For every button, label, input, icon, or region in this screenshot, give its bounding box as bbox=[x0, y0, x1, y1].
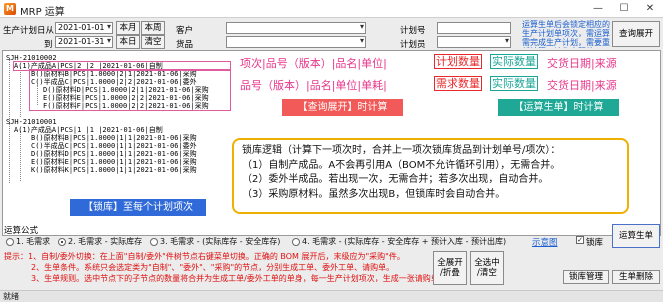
tree-node-plan[interactable]: SJH-21010001 bbox=[6, 118, 57, 126]
annotation-component-columns: 品号（版本）|品名|单位|单耗| bbox=[240, 79, 387, 92]
minimize-button[interactable]: — bbox=[585, 0, 611, 18]
annotation-actual-qty-2: 实际数量 bbox=[490, 76, 538, 91]
expand-collapse-button[interactable]: 全展开 /折叠 bbox=[433, 251, 467, 285]
filter-area: 生产计划日从 2021-01-01 到 2021-01-31 本月 本周 本日 … bbox=[0, 18, 663, 50]
callout-line: （1）自制产成品。A不会再引用A（BOM不允许循环引用），无需合并。 bbox=[242, 159, 561, 171]
plan-date-to-input[interactable]: 2021-01-31 bbox=[55, 36, 113, 48]
select-clear-button[interactable]: 全选中 /清空 bbox=[470, 251, 504, 285]
query-expand-tag: 【查询展开】时计算 bbox=[282, 99, 403, 116]
tree-node-item[interactable]: E()原材料E|PCS|1.0000|1|1|2021-01-06|采购 bbox=[31, 158, 197, 166]
formula-option-2[interactable]: 2. 毛需求 - 实际库存 bbox=[58, 236, 142, 247]
this-month-button[interactable]: 本月 bbox=[116, 21, 140, 35]
annotation-demand-qty: 需求数量 bbox=[434, 76, 482, 91]
tree-node-item[interactable]: D()原材料D|PCS|1.0000|1|1|2021-01-06|采购 bbox=[31, 150, 197, 158]
goods-label: 货品 bbox=[176, 40, 194, 50]
bottom-panel: 运算公式 1. 毛需求 2. 毛需求 - 实际库存 3. 毛需求 - (实际库存… bbox=[0, 224, 663, 290]
radio-icon bbox=[6, 237, 14, 246]
lock-checkbox[interactable]: ✓ bbox=[576, 236, 584, 244]
annotation-component-columns-right: 交货日期|来源 bbox=[547, 79, 617, 92]
callout-line: （3）采购原材料。虽然多次出现B，但锁库时会自动合并。 bbox=[242, 188, 506, 200]
algorithm-label: 运算公式 bbox=[4, 226, 39, 236]
callout-line: 锁库逻辑（计算下一项次时，合并上一项次锁库货品到计划单号/项次）： bbox=[242, 145, 561, 156]
annotation-actual-qty: 实际数量 bbox=[490, 54, 538, 69]
example-link[interactable]: 示意图 bbox=[532, 236, 558, 248]
today-button[interactable]: 本日 bbox=[116, 35, 140, 49]
clear-date-button[interactable]: 清空 bbox=[141, 35, 165, 49]
radio-icon bbox=[150, 237, 158, 246]
customer-label: 客户 bbox=[176, 26, 194, 36]
annotation-plan-qty: 计划数量 bbox=[434, 54, 482, 69]
radio-selected-icon bbox=[58, 237, 66, 246]
title-bar: M MRP 运算 — ☐ ✕ bbox=[0, 0, 663, 18]
run-generate-button[interactable]: 运算生单 bbox=[612, 224, 660, 248]
annotation-item-columns-right: 交货日期|来源 bbox=[547, 57, 617, 70]
query-expand-button[interactable]: 查询展开 bbox=[612, 21, 660, 47]
plan-date-from-label: 生产计划日从 bbox=[3, 26, 55, 36]
lock-note: 运算生单后会锁定相应的生产计划单项次，需运算需完成生产计划，需要重新计算，请先去… bbox=[522, 20, 610, 48]
hint-line-2: 2、生单条件。系统只会选定类为"自制"、"委外"、"采购"的节点，分别生成工单、… bbox=[31, 263, 395, 272]
tree-node-item[interactable]: C()半成品C|PCS|1.0000|1|1|2021-01-06|委外 bbox=[31, 142, 197, 150]
lock-label: 锁库 bbox=[586, 238, 604, 248]
plan-clerk-select[interactable] bbox=[437, 36, 511, 48]
formula-option-4[interactable]: 4. 毛需求 - (实际库存 - 安全库存 + 预计入库 - 预计出库) bbox=[292, 236, 506, 247]
tree-node-item[interactable]: K()原材料K|PCS|1.0000|1|1|2021-01-06|采购 bbox=[31, 166, 197, 174]
tree-node-item[interactable]: A(1)产成品A|PCS|1 |1 |2021-01-06|自制 bbox=[14, 126, 163, 134]
plan-no-label: 计划号 bbox=[400, 26, 426, 36]
plan-date-from-input[interactable]: 2021-01-01 bbox=[55, 22, 113, 34]
app-icon: M bbox=[4, 3, 16, 15]
callout-line: （2）委外半成品。若出现一次，无需合并；若多次出现，自动合并。 bbox=[242, 174, 549, 185]
run-tag: 【运算生单】时计算 bbox=[498, 99, 619, 116]
plan-clerk-label: 计划员 bbox=[400, 40, 426, 50]
lock-logic-callout: 锁库逻辑（计算下一项次时，合并上一项次锁库货品到计划单号/项次）： （1）自制产… bbox=[232, 138, 629, 214]
formula-option-3[interactable]: 3. 毛需求 - (实际库存 - 安全库存) bbox=[150, 236, 280, 247]
goods-select[interactable] bbox=[226, 36, 366, 48]
close-button[interactable]: ✕ bbox=[637, 0, 663, 18]
lock-manage-button[interactable]: 锁库管理 bbox=[563, 270, 609, 284]
annotation-item-columns: 项次|品号（版本）|品名|单位| bbox=[240, 57, 387, 70]
radio-icon bbox=[292, 237, 300, 246]
hint-line-3: 3、生单规则。选中节点下的子节点的数量将合并为生成工单/委外工单的单身，每一生产… bbox=[31, 274, 447, 283]
plan-no-input[interactable] bbox=[437, 22, 511, 34]
lock-tag: 【锁库】至每个计划项次 bbox=[70, 199, 206, 216]
tree-node-item[interactable]: B()原材料B|PCS|1.0000|1|1|2021-01-06|采购 bbox=[31, 134, 197, 142]
plan-date-to-label: 到 bbox=[44, 40, 53, 50]
hint-line-1: 提示：1、自制/委外切换：在上面"自制/委外"件树节点右键菜单切换。正确的 BO… bbox=[4, 252, 405, 261]
this-week-button[interactable]: 本周 bbox=[141, 21, 165, 35]
window-title: MRP 运算 bbox=[20, 7, 65, 18]
component-rows-highlight bbox=[29, 69, 231, 111]
maximize-button[interactable]: ☐ bbox=[611, 0, 637, 18]
customer-select[interactable] bbox=[226, 22, 366, 34]
delete-order-button[interactable]: 生单删除 bbox=[612, 270, 660, 284]
formula-option-1[interactable]: 1. 毛需求 bbox=[6, 236, 50, 247]
status-bar: 就绪 bbox=[0, 290, 663, 302]
